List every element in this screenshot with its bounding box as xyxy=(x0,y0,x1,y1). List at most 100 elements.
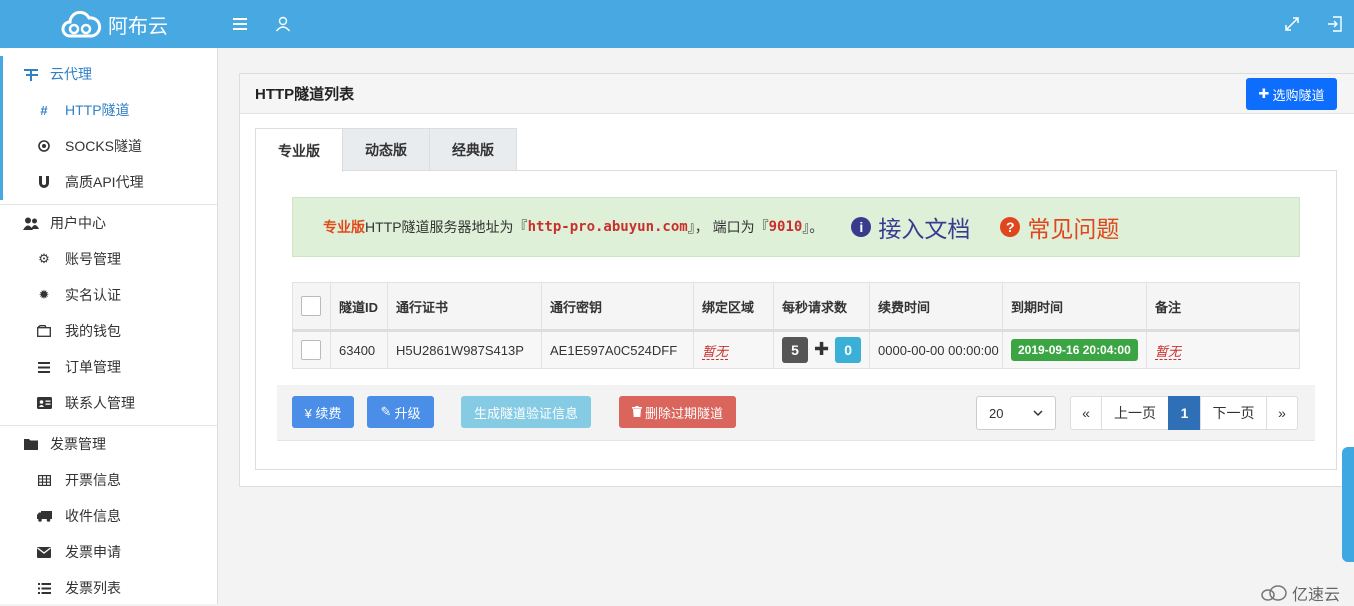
table-header-row: 隧道ID 通行证书 通行密钥 绑定区域 每秒请求数 续费时间 到期时间 备注 xyxy=(292,282,1300,332)
watermark: 亿速云 xyxy=(1260,581,1340,605)
column-header[interactable]: 续费时间 xyxy=(869,282,1003,332)
sidebar-item-http-tunnel[interactable]: # HTTP隧道 xyxy=(0,92,217,128)
column-header[interactable]: 绑定区域 xyxy=(693,282,774,332)
renew-button[interactable]: ¥ 续费 xyxy=(292,396,354,428)
upgrade-label: 升级 xyxy=(394,405,421,421)
sidebar-group-proxy: 云代理 # HTTP隧道 SOCKS隧道 高质API代理 xyxy=(0,48,217,200)
expire-time-badge: 2019-09-16 20:04:00 xyxy=(1011,339,1138,361)
cloud-logo-icon xyxy=(1261,585,1287,601)
sidebar-item-invoice-list[interactable]: 发票列表 xyxy=(0,570,217,606)
sidebar-item-api-proxy[interactable]: 高质API代理 xyxy=(0,164,217,200)
tunnel-list-panel: HTTP隧道列表 ✚ 选购隧道 专业版 动态版 经典版 专业版 HTTP隧道服务器… xyxy=(239,73,1354,487)
expire-time-cell: 2019-09-16 20:04:00 xyxy=(1002,330,1147,369)
edition-tabs: 专业版 动态版 经典版 xyxy=(255,128,517,172)
current-page-button[interactable]: 1 xyxy=(1168,396,1201,430)
hash-icon: # xyxy=(40,102,48,118)
region-cell: 暂无 xyxy=(693,330,774,369)
sidebar-item-invoice-info[interactable]: 开票信息 xyxy=(0,462,217,498)
table-icon xyxy=(36,474,52,486)
sidebar-group-user-center[interactable]: 用户中心 xyxy=(0,205,217,241)
logo-text: 阿布云 xyxy=(108,15,168,38)
buy-tunnel-button[interactable]: ✚ 选购隧道 xyxy=(1246,78,1337,110)
logout-icon[interactable] xyxy=(1325,14,1345,34)
page-size-select[interactable]: 20 xyxy=(976,396,1056,430)
sidebar-item-label: 联系人管理 xyxy=(65,395,135,411)
pagination: « 上一页 1 下一页 » xyxy=(1070,396,1298,430)
tunnel-table: 隧道ID 通行证书 通行密钥 绑定区域 每秒请求数 续费时间 到期时间 备注 6… xyxy=(292,282,1300,369)
sidebar-item-wallet[interactable]: 我的钱包 xyxy=(0,313,217,349)
active-indicator xyxy=(0,56,3,200)
sidebar-item-socks-tunnel[interactable]: SOCKS隧道 xyxy=(0,128,217,164)
sidebar-group-label: 云代理 xyxy=(50,66,92,82)
column-header[interactable]: 通行密钥 xyxy=(541,282,694,332)
plus-icon: ✚ xyxy=(814,339,830,359)
logo[interactable]: 阿布云 xyxy=(60,8,168,40)
generate-verify-button[interactable]: 生成隧道验证信息 xyxy=(461,396,591,428)
watermark-text: 亿速云 xyxy=(1291,587,1340,604)
tab-professional[interactable]: 专业版 xyxy=(255,128,343,172)
sidebar-group-cloud-proxy[interactable]: 云代理 xyxy=(0,56,217,92)
edition-label: 专业版 xyxy=(323,219,365,235)
column-header[interactable]: 备注 xyxy=(1146,282,1300,332)
sidebar-item-label: SOCKS隧道 xyxy=(65,138,143,154)
docs-link-label: 接入文档 xyxy=(878,216,971,242)
license-code: H5U2861W987S413P xyxy=(387,330,542,369)
first-page-button[interactable]: « xyxy=(1070,396,1102,430)
sidebar-item-invoice-request[interactable]: 发票申请 xyxy=(0,534,217,570)
menu-icon[interactable] xyxy=(230,14,250,34)
sidebar-group-label: 发票管理 xyxy=(50,436,106,452)
envelope-icon xyxy=(36,546,52,558)
sidebar-item-label: HTTP隧道 xyxy=(65,102,130,118)
sidebar-item-verification[interactable]: ✹ 实名认证 xyxy=(0,277,217,313)
faq-link[interactable]: ? 常见问题 xyxy=(1000,210,1119,244)
next-page-button[interactable]: 下一页 xyxy=(1200,396,1267,430)
tab-dynamic[interactable]: 动态版 xyxy=(342,128,430,171)
column-header[interactable]: 每秒请求数 xyxy=(773,282,870,332)
floating-side-tab[interactable] xyxy=(1342,447,1354,562)
sidebar-item-shipping-info[interactable]: 收件信息 xyxy=(0,498,217,534)
rps-base-badge: 5 xyxy=(782,337,808,363)
sidebar-item-account[interactable]: ⚙ 账号管理 xyxy=(0,241,217,277)
column-header[interactable]: 到期时间 xyxy=(1002,282,1147,332)
notice-text: 』。 xyxy=(802,219,824,235)
delete-expired-button[interactable]: 删除过期隧道 xyxy=(619,396,736,428)
chevron-down-icon xyxy=(1033,406,1043,420)
upgrade-button[interactable]: ✎ 升级 xyxy=(367,396,434,428)
row-checkbox[interactable] xyxy=(301,340,321,360)
prev-page-button[interactable]: 上一页 xyxy=(1101,396,1169,430)
sidebar-group-invoice-management[interactable]: 发票管理 xyxy=(0,426,217,462)
page-title: HTTP隧道列表 xyxy=(255,86,355,103)
expand-icon[interactable] xyxy=(1282,14,1302,34)
trash-icon xyxy=(631,405,642,420)
sidebar-item-label: 订单管理 xyxy=(65,359,121,375)
wallet-icon xyxy=(36,325,52,337)
table-row[interactable]: 63400 H5U2861W987S413P AE1E597A0C524DFF … xyxy=(292,330,1300,369)
sidebar-item-label: 开票信息 xyxy=(65,472,121,488)
renew-time: 0000-00-00 00:00:00 xyxy=(869,330,1003,369)
pencil-icon: ✎ xyxy=(380,404,392,419)
sidebar-item-label: 收件信息 xyxy=(65,508,121,524)
sidebar-item-orders[interactable]: 订单管理 xyxy=(0,349,217,385)
docs-link[interactable]: i 接入文档 xyxy=(851,210,970,244)
users-icon xyxy=(22,217,40,230)
page-size-value: 20 xyxy=(989,405,1004,421)
last-page-button[interactable]: » xyxy=(1266,396,1298,430)
table-toolbar: ¥ 续费 ✎升级 生成隧道验证信息 删除过期隧道 20 « 上一页 1 下一页 xyxy=(277,385,1315,441)
tab-classic[interactable]: 经典版 xyxy=(429,128,517,171)
notice-text: 』， 端口为『 xyxy=(687,219,769,235)
server-port: 9010 xyxy=(768,219,803,235)
note-value[interactable]: 暂无 xyxy=(1155,343,1182,360)
column-header[interactable]: 通行证书 xyxy=(387,282,542,332)
select-all-cell xyxy=(292,282,331,332)
row-select-cell xyxy=(292,330,331,369)
region-value[interactable]: 暂无 xyxy=(702,343,729,360)
sidebar-item-contacts[interactable]: 联系人管理 xyxy=(0,385,217,421)
note-cell: 暂无 xyxy=(1146,330,1300,369)
rps-cell: 5 ✚ 0 xyxy=(773,330,870,369)
rps-extra-badge: 0 xyxy=(835,337,862,363)
top-bar: 阿布云 xyxy=(0,0,1354,48)
user-icon[interactable] xyxy=(273,14,293,34)
select-all-checkbox[interactable] xyxy=(301,296,321,316)
column-header[interactable]: 隧道ID xyxy=(330,282,388,332)
certificate-icon: ✹ xyxy=(38,287,50,302)
